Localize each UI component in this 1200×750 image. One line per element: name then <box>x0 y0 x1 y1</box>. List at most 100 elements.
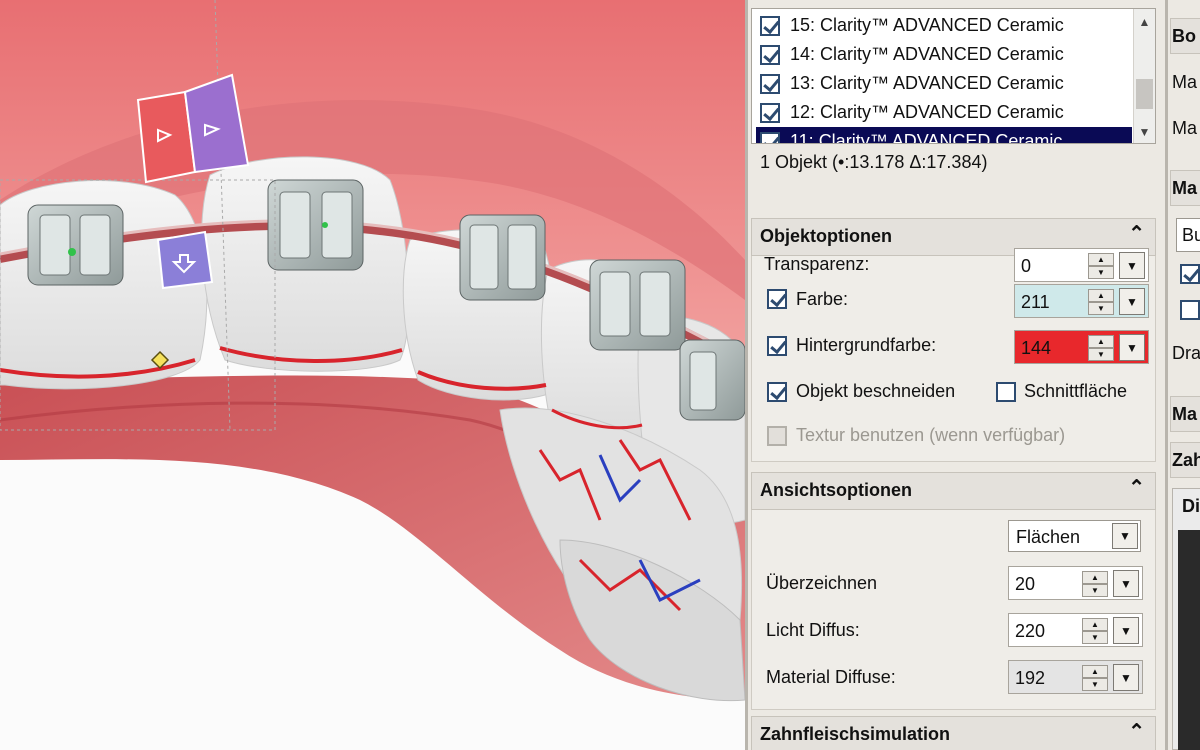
side-select-value: Bu <box>1182 225 1200 245</box>
chevron-down-icon[interactable]: ▼ <box>1134 121 1155 143</box>
secondary-panel: Bo Ma Ma Ma Bu Dra Ma Zah Di <box>1165 0 1200 750</box>
bg-color-checkbox[interactable] <box>767 336 787 356</box>
decrement-icon: ▼ <box>1082 631 1108 644</box>
increment-icon: ▲ <box>1082 618 1108 631</box>
selection-status: 1 Objekt (•:13.178 Δ:17.384) <box>760 152 988 172</box>
collapse-icon[interactable]: ⌃ <box>1128 722 1145 742</box>
material-diffuse-label: Material Diffuse: <box>766 667 896 687</box>
view-options-header[interactable]: Ansichtsoptionen ⌃ <box>751 472 1156 510</box>
light-diffuse-spinner[interactable]: 220 ▲ ▼ ▼ <box>1008 613 1143 647</box>
texture-checkbox[interactable] <box>767 426 787 446</box>
list-scrollbar[interactable]: ▲ ▼ <box>1133 9 1155 143</box>
increment-icon: ▲ <box>1088 289 1114 302</box>
view-options-body: Flächen ▼ Überzeichnen 20 ▲ ▼ ▼ Licht Dif… <box>751 510 1156 710</box>
object-list[interactable]: 15: Clarity™ ADVANCED Ceramic 14: Clarit… <box>751 8 1156 144</box>
bracket-11 <box>27 204 124 286</box>
material-diffuse-value: 192 <box>1015 668 1046 688</box>
visibility-checkbox[interactable] <box>760 16 780 36</box>
material-diffuse-spinner[interactable]: 192 ▲ ▼ ▼ <box>1008 660 1143 694</box>
rotate-handle <box>156 230 214 290</box>
dropdown-icon[interactable]: ▼ <box>1119 288 1145 315</box>
increment-icon: ▲ <box>1082 665 1108 678</box>
list-item[interactable]: 14: Clarity™ ADVANCED Ceramic <box>756 40 1132 69</box>
preview-image <box>1178 530 1200 750</box>
dropdown-icon[interactable]: ▼ <box>1113 664 1139 691</box>
stepper-arrows[interactable]: ▲ ▼ <box>1088 289 1114 315</box>
overdraw-value: 20 <box>1015 574 1036 594</box>
increment-icon: ▲ <box>1088 335 1114 348</box>
bracket-22 <box>459 214 546 301</box>
properties-panel: 15: Clarity™ ADVANCED Ceramic 14: Clarit… <box>745 0 1165 750</box>
list-item-label: 11: Clarity™ ADVANCED Ceramic <box>790 131 1063 144</box>
dropdown-icon[interactable]: ▼ <box>1119 334 1145 361</box>
bracket-23 <box>589 259 686 351</box>
transparency-spinner[interactable]: 0 ▲ ▼ ▼ <box>1014 248 1149 282</box>
bg-color-value: 144 <box>1021 338 1052 358</box>
section-face-label: Schnittfläche <box>1024 381 1128 401</box>
list-item[interactable]: 12: Clarity™ ADVANCED Ceramic <box>756 98 1132 127</box>
color-label: Farbe: <box>796 289 849 309</box>
texture-label: Textur benutzen (wenn verfügbar) <box>796 425 1066 445</box>
transparency-value: 0 <box>1021 256 1032 276</box>
decrement-icon: ▼ <box>1082 584 1108 597</box>
side-label: Ma <box>1172 118 1198 138</box>
side-checkbox[interactable] <box>1180 300 1200 320</box>
dental-3d-model[interactable] <box>0 0 745 750</box>
list-item[interactable]: 15: Clarity™ ADVANCED Ceramic <box>756 11 1132 40</box>
decrement-icon: ▼ <box>1082 678 1108 691</box>
clip-object-checkbox[interactable] <box>767 382 787 402</box>
bg-color-label: Hintergrundfarbe: <box>796 335 937 355</box>
side-label: Ma <box>1172 72 1198 92</box>
list-item-label: 15: Clarity™ ADVANCED Ceramic <box>790 15 1064 35</box>
visibility-checkbox[interactable] <box>760 45 780 65</box>
collapse-icon[interactable]: ⌃ <box>1128 224 1145 244</box>
overdraw-spinner[interactable]: 20 ▲ ▼ ▼ <box>1008 566 1143 600</box>
decrement-icon: ▼ <box>1088 348 1114 361</box>
stepper-arrows[interactable]: ▲ ▼ <box>1088 335 1114 361</box>
side-label: Di <box>1182 496 1200 516</box>
chevron-up-icon[interactable]: ▲ <box>1134 11 1155 33</box>
side-header-label: Zah <box>1172 450 1200 470</box>
light-diffuse-value: 220 <box>1015 621 1046 641</box>
overdraw-label: Überzeichnen <box>766 573 878 593</box>
list-item[interactable]: 13: Clarity™ ADVANCED Ceramic <box>756 69 1132 98</box>
bg-color-spinner[interactable]: 144 ▲ ▼ ▼ <box>1014 330 1149 364</box>
stepper-arrows[interactable]: ▲ ▼ <box>1082 665 1108 691</box>
side-checkbox[interactable] <box>1180 264 1200 284</box>
color-value: 211 <box>1021 292 1050 312</box>
render-mode-select[interactable]: Flächen ▼ <box>1008 520 1141 552</box>
visibility-checkbox[interactable] <box>760 74 780 94</box>
transparency-label: Transparenz: <box>764 254 870 274</box>
stepper-arrows[interactable]: ▲ ▼ <box>1088 253 1114 279</box>
list-item-label: 12: Clarity™ ADVANCED Ceramic <box>790 102 1064 122</box>
scrollbar-thumb[interactable] <box>1136 79 1153 109</box>
light-diffuse-label: Licht Diffus: <box>766 620 860 640</box>
section-title: Ansichtsoptionen <box>760 480 912 500</box>
dropdown-icon[interactable]: ▼ <box>1113 617 1139 644</box>
list-item-label: 14: Clarity™ ADVANCED Ceramic <box>790 44 1064 64</box>
side-header-label: Bo <box>1172 26 1196 46</box>
section-title: Zahnfleischsimulation <box>760 724 951 744</box>
section-face-checkbox[interactable] <box>996 382 1016 402</box>
side-label: Dra <box>1172 343 1200 363</box>
color-spinner[interactable]: 211 ▲ ▼ ▼ <box>1014 284 1149 318</box>
gum-simulation-header[interactable]: Zahnfleischsimulation ⌃ <box>751 716 1156 750</box>
dropdown-icon[interactable]: ▼ <box>1112 523 1138 549</box>
3d-viewport[interactable] <box>0 0 745 750</box>
decrement-icon: ▼ <box>1088 266 1114 279</box>
list-item-label: 13: Clarity™ ADVANCED Ceramic <box>790 73 1064 93</box>
object-options-body: Transparenz: 0 ▲ ▼ ▼ Farbe: 211 ▲ ▼ ▼ Hint… <box>751 248 1156 462</box>
bracket-24 <box>679 339 745 421</box>
list-item-selected[interactable]: 11: Clarity™ ADVANCED Ceramic <box>756 127 1132 144</box>
color-checkbox[interactable] <box>767 289 787 309</box>
dropdown-icon[interactable]: ▼ <box>1119 252 1145 279</box>
side-header-label: Ma <box>1172 404 1198 424</box>
stepper-arrows[interactable]: ▲ ▼ <box>1082 571 1108 597</box>
dropdown-icon[interactable]: ▼ <box>1113 570 1139 597</box>
stepper-arrows[interactable]: ▲ ▼ <box>1082 618 1108 644</box>
visibility-checkbox[interactable] <box>760 103 780 123</box>
collapse-icon[interactable]: ⌃ <box>1128 478 1145 498</box>
increment-icon: ▲ <box>1088 253 1114 266</box>
visibility-checkbox[interactable] <box>760 132 780 143</box>
render-mode-value: Flächen <box>1016 527 1081 547</box>
